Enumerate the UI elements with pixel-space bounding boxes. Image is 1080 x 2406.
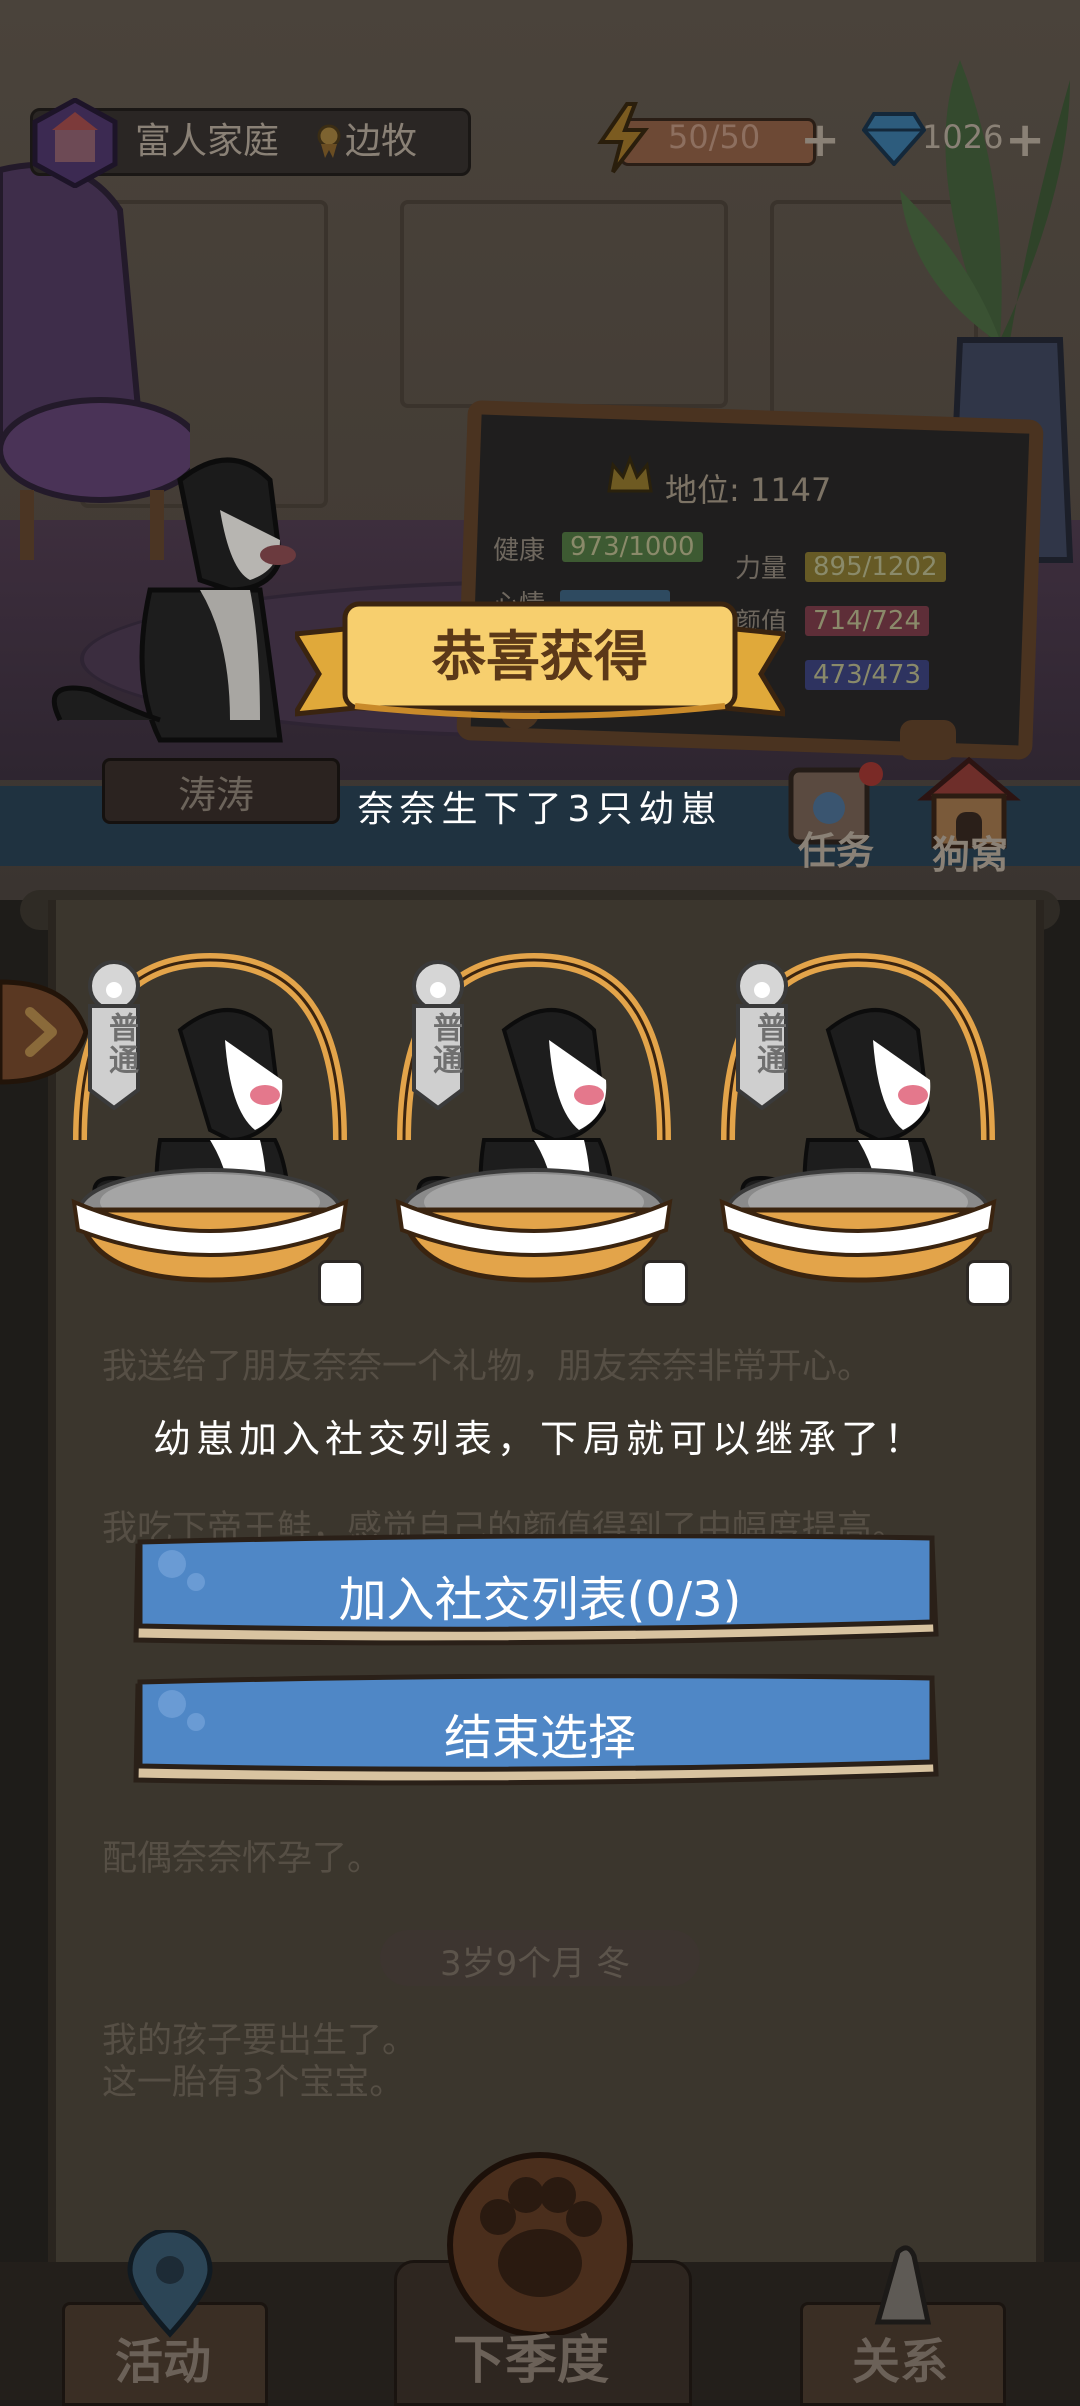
- modal-subtitle: 奈奈生下了3只幼崽: [357, 789, 723, 830]
- add-to-social-list-label[interactable]: 加入社交列表(0/3): [0, 1560, 1080, 1630]
- modal-title: 恭喜获得: [432, 625, 648, 688]
- quality-label: 普通: [427, 1012, 462, 1076]
- puppy-2-checkbox[interactable]: [642, 1260, 688, 1306]
- end-selection-label[interactable]: 结束选择: [0, 1698, 1080, 1768]
- quality-label: 普通: [103, 1012, 138, 1076]
- puppy-3-checkbox[interactable]: [966, 1260, 1012, 1306]
- inherit-hint-text: 幼崽加入社交列表，下局就可以继承了！: [152, 1417, 927, 1461]
- quality-label: 普通: [751, 1012, 786, 1076]
- puppy-1-checkbox[interactable]: [318, 1260, 364, 1306]
